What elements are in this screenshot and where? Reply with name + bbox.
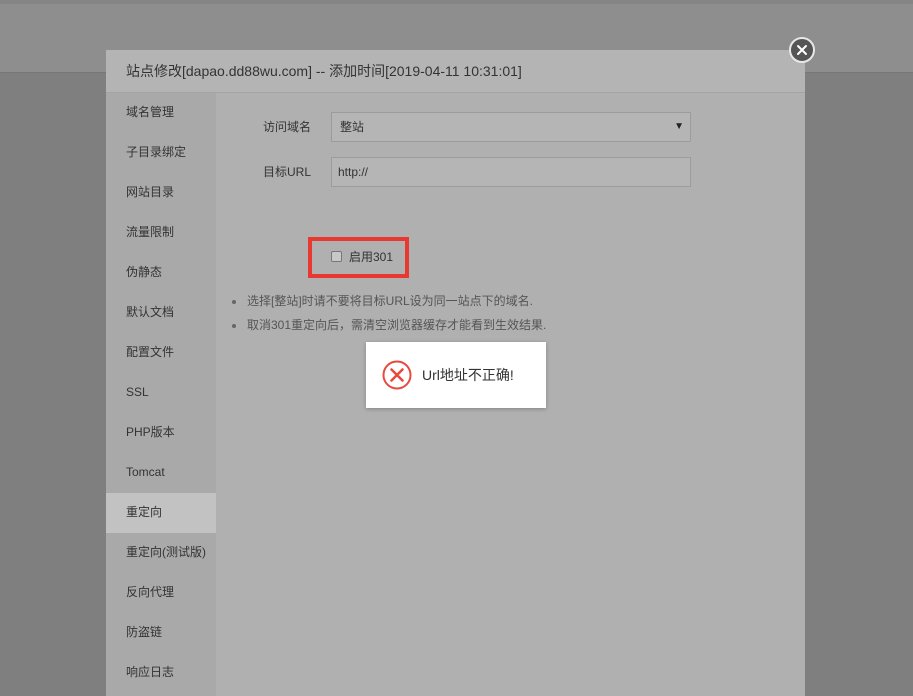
sidebar-item-site-directory[interactable]: 网站目录 (106, 173, 216, 213)
sidebar-item-rewrite[interactable]: 伪静态 (106, 253, 216, 293)
modal-title: 站点修改[dapao.dd88wu.com] -- 添加时间[2019-04-1… (106, 50, 805, 93)
sidebar-item-domain-management[interactable]: 域名管理 (106, 93, 216, 133)
target-url-label: 目标URL (262, 165, 311, 179)
sidebar-item-default-document[interactable]: 默认文档 (106, 293, 216, 333)
page-header-topline (0, 0, 913, 4)
help-note: 取消301重定向后，需清空浏览器缓存才能看到生效结果. (232, 313, 546, 337)
enable-301-label: 启用301 (349, 249, 394, 264)
domain-label: 访问域名 (262, 120, 311, 134)
close-icon (797, 45, 807, 55)
enable-301-checkbox[interactable] (331, 250, 342, 262)
sidebar-item-php-version[interactable]: PHP版本 (106, 413, 216, 453)
sidebar-item-config-file[interactable]: 配置文件 (106, 333, 216, 373)
bullet-icon (232, 323, 236, 328)
bullet-icon (232, 299, 236, 304)
modal-close-button[interactable] (789, 37, 815, 63)
sidebar-item-ssl[interactable]: SSL (106, 373, 216, 413)
help-note: 选择[整站]时请不要将目标URL设为同一站点下的域名. (232, 289, 546, 313)
enable-301-toggle[interactable]: 启用301 (331, 246, 393, 266)
error-toast-message: Url地址不正确! (422, 367, 514, 383)
sidebar-item-redirect-beta[interactable]: 重定向(测试版) (106, 533, 216, 573)
modal-sidebar: 域名管理 子目录绑定 网站目录 流量限制 伪静态 默认文档 配置文件 SSL P… (106, 93, 216, 696)
sidebar-item-subdirectory-binding[interactable]: 子目录绑定 (106, 133, 216, 173)
target-url-row: 目标URL http:// (216, 157, 805, 187)
error-toast: Url地址不正确! (366, 342, 546, 408)
help-notes: 选择[整站]时请不要将目标URL设为同一站点下的域名. 取消301重定向后，需清… (232, 289, 546, 337)
domain-select-value: 整站 (340, 120, 365, 134)
chevron-down-icon: ▼ (674, 121, 684, 132)
error-x-icon (382, 360, 412, 390)
sidebar-item-traffic-limit[interactable]: 流量限制 (106, 213, 216, 253)
domain-select[interactable]: 整站 ▼ (331, 112, 691, 142)
sidebar-item-redirect[interactable]: 重定向 (106, 493, 216, 533)
sidebar-item-tomcat[interactable]: Tomcat (106, 453, 216, 493)
target-url-input[interactable]: http:// (331, 157, 691, 187)
sidebar-item-reverse-proxy[interactable]: 反向代理 (106, 573, 216, 613)
sidebar-item-response-log[interactable]: 响应日志 (106, 653, 216, 693)
sidebar-item-hotlink-protection[interactable]: 防盗链 (106, 613, 216, 653)
domain-row: 访问域名 整站 ▼ (216, 112, 805, 142)
